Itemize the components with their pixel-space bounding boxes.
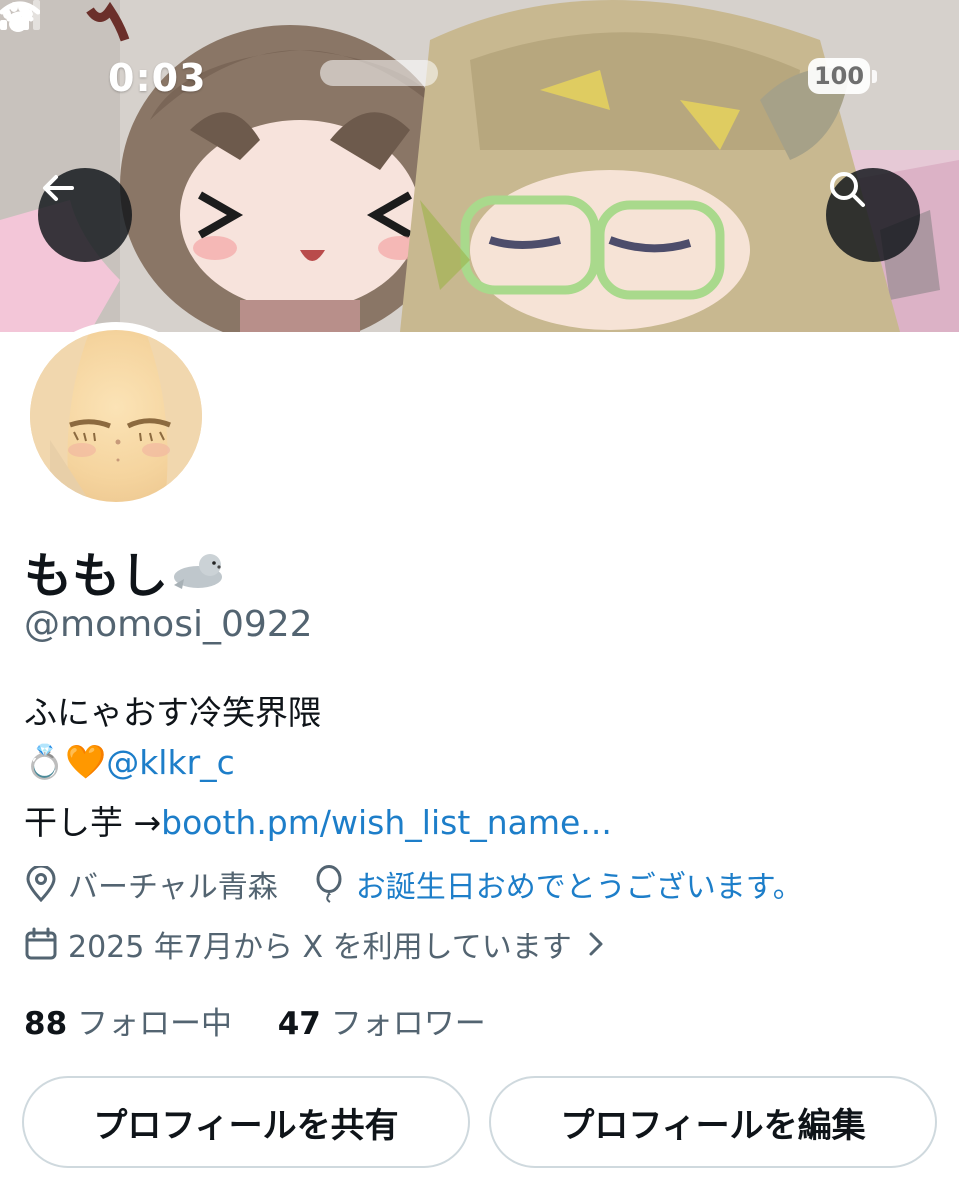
bio-line-3: 干し芋 →booth.pm/wish_list_name... [24,796,612,844]
back-arrow-icon [43,175,74,201]
handle: @momosi_0922 [24,604,313,645]
bio-line-3-prefix: 干し芋 → [24,803,162,842]
avatar-artwork [30,330,202,502]
back-button[interactable] [38,168,132,262]
display-name-text: ももし [24,548,169,604]
wishlist-link[interactable]: booth.pm/wish_list_name... [161,803,612,842]
follow-stats: 88 フォロー中 47 フォロワー [24,998,486,1043]
following-count: 88 [24,1006,68,1042]
followers-label: フォロワー [330,1006,486,1042]
battery-indicator: 100 [808,58,870,94]
search-button[interactable] [826,168,920,262]
following-stat[interactable]: 88 フォロー中 [24,1006,232,1042]
wifi-icon [0,1,40,31]
battery-nub [872,70,877,83]
followers-count: 47 [277,1006,321,1042]
joined-text: 2025 年7月から X を利用しています [68,930,572,965]
bio-line-2: 💍🧡 @klkr_c [24,742,235,782]
birthday-text[interactable]: お誕生日おめでとうございます。 [356,862,803,906]
status-time: 0:03 [108,56,207,100]
joined-row[interactable]: 2025 年7月から X を利用しています [24,922,608,966]
balloon-icon [316,865,342,903]
status-pill [320,60,438,86]
search-icon [830,172,865,207]
status-bar: 0:03 100 [0,0,959,160]
mention-link[interactable]: @klkr_c [106,743,235,782]
seal-icon [174,554,223,589]
calendar-icon [25,927,57,960]
share-profile-button[interactable]: プロフィールを共有 [22,1076,470,1168]
location-text: バーチャル青森 [68,870,278,905]
avatar[interactable] [30,330,202,502]
chevron-right-icon [589,932,603,956]
profile-meta-row: バーチャル青森 お誕生日おめでとうございます。 [24,862,803,906]
following-label: フォロー中 [77,1006,232,1042]
bio-line-1: ふにゃおす冷笑界隈 [24,693,321,732]
profile-banner[interactable]: 0:03 100 [0,0,959,332]
display-name: ももし [24,536,228,606]
edit-profile-button[interactable]: プロフィールを編集 [489,1076,937,1168]
location-pin-icon [26,866,56,902]
ring-heart-emoji: 💍🧡 [24,742,107,781]
followers-stat[interactable]: 47 フォロワー [278,1006,486,1042]
